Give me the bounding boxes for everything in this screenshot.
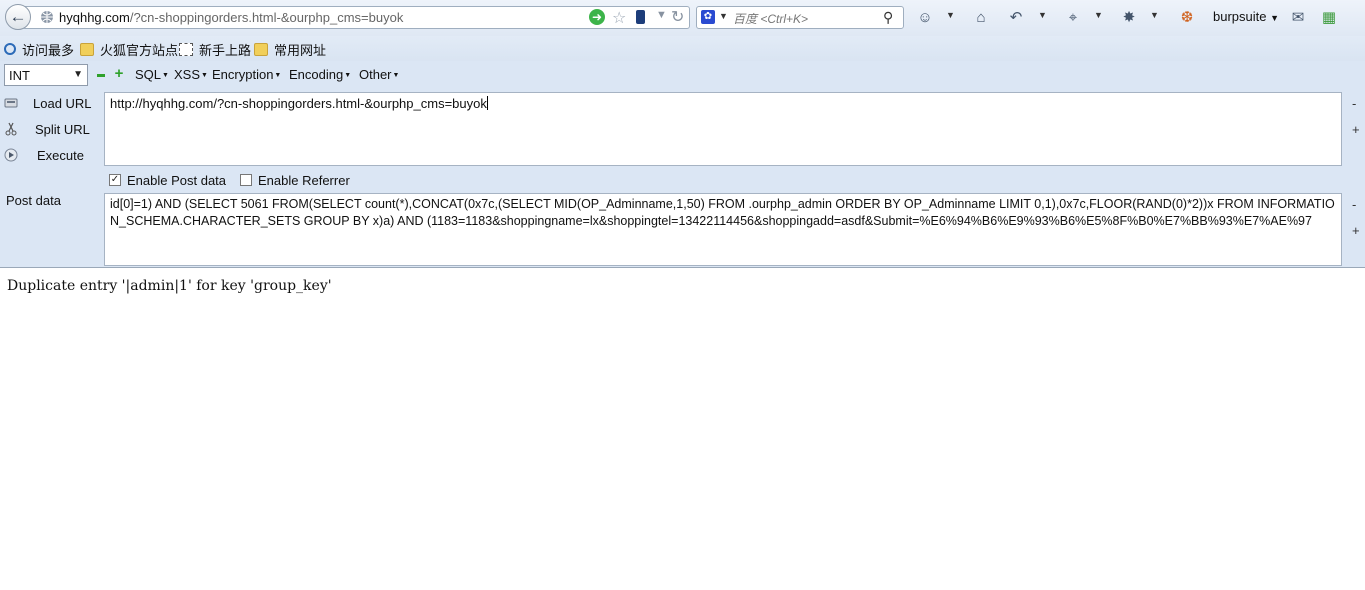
play-icon: [4, 148, 18, 162]
undo-dropdown-icon[interactable]: ▼: [1038, 10, 1047, 20]
smiley-icon[interactable]: ☺: [916, 8, 934, 26]
checkbox-unchecked-icon: [240, 174, 252, 186]
hackbar-panel: INT ▼ + SQL▼ XSS▼ Encryption▼ Encoding▼ …: [0, 61, 1365, 268]
go-arrow-icon[interactable]: ➜: [589, 9, 605, 25]
text-cursor: [486, 96, 488, 110]
increase-button[interactable]: +: [113, 66, 125, 81]
bookmark-firefox-site[interactable]: 火狐官方站点: [80, 40, 178, 58]
navigation-toolbar: ← hyqhhg.com/?cn-shoppingorders.html-&ou…: [0, 0, 1365, 36]
history-dropdown-icon[interactable]: ▼: [656, 9, 667, 21]
back-button[interactable]: ←: [5, 4, 31, 30]
menu-sql[interactable]: SQL▼: [135, 67, 169, 82]
menu-encoding[interactable]: Encoding▼: [289, 67, 351, 82]
crop-dropdown-icon[interactable]: ▼: [1094, 10, 1103, 20]
baidu-paw-icon[interactable]: ✿: [701, 10, 715, 24]
menu-other[interactable]: Other▼: [359, 67, 399, 82]
chat-icon[interactable]: ✉: [1289, 8, 1307, 26]
home-icon[interactable]: ⌂: [972, 8, 990, 26]
select-arrow-icon: ▼: [73, 69, 83, 80]
post-data-textarea[interactable]: id[0]=1) AND (SELECT 5061 FROM(SELECT co…: [104, 193, 1342, 266]
bug-dropdown-icon[interactable]: ▼: [1150, 10, 1159, 20]
menu-xss[interactable]: XSS▼: [174, 67, 208, 82]
smiley-dropdown-icon[interactable]: ▼: [946, 10, 955, 20]
url-textarea[interactable]: http://hyqhhg.com/?cn-shoppingorders.htm…: [104, 92, 1342, 166]
crop-icon[interactable]: ⌖: [1064, 8, 1082, 26]
checkbox-checked-icon: ✓: [109, 174, 121, 186]
magnifier-icon: [4, 43, 16, 55]
menu-encryption[interactable]: Encryption▼: [212, 67, 281, 82]
undo-icon[interactable]: ↶: [1007, 8, 1025, 26]
bookmark-getting-started[interactable]: 新手上路: [179, 40, 251, 58]
url-text[interactable]: hyqhhg.com/?cn-shoppingorders.html-&ourp…: [59, 10, 403, 25]
extension-icon[interactable]: ▦: [1320, 8, 1338, 26]
decrease-button[interactable]: [97, 74, 105, 77]
search-input[interactable]: 百度 <Ctrl+K>: [733, 10, 808, 27]
bookmark-common-sites[interactable]: 常用网址: [254, 40, 326, 58]
bug-icon[interactable]: ✸: [1120, 8, 1138, 26]
enable-referrer-checkbox[interactable]: Enable Referrer: [240, 172, 350, 188]
enable-post-checkbox[interactable]: ✓ Enable Post data: [109, 172, 226, 188]
burpsuite-menu[interactable]: burpsuite ▼: [1213, 9, 1279, 24]
scissors-icon: [5, 122, 17, 136]
folder-icon: [254, 42, 268, 56]
bookmark-most-visited[interactable]: 访问最多: [4, 40, 74, 58]
post-data-label: Post data: [6, 193, 61, 208]
flame-icon[interactable]: ❆: [1178, 8, 1196, 26]
phone-icon[interactable]: [636, 10, 645, 24]
url-bar[interactable]: hyqhhg.com/?cn-shoppingorders.html-&ourp…: [22, 6, 690, 29]
execute-button[interactable]: Execute: [0, 145, 100, 167]
back-arrow-icon: ←: [9, 7, 27, 26]
reload-icon[interactable]: ↻: [671, 7, 684, 27]
bookmarks-toolbar: 访问最多 火狐官方站点 新手上路 常用网址: [0, 36, 1365, 61]
post-shrink-button[interactable]: -: [1352, 197, 1356, 212]
globe-icon: [41, 11, 53, 23]
load-url-button[interactable]: Load URL: [0, 93, 100, 115]
search-icon[interactable]: ⚲: [883, 9, 893, 26]
search-engine-dropdown-icon[interactable]: ▼: [719, 11, 728, 21]
post-expand-button[interactable]: +: [1352, 223, 1360, 238]
search-bar[interactable]: ✿ ▼ 百度 <Ctrl+K> ⚲: [696, 6, 904, 29]
url-shrink-button[interactable]: -: [1352, 96, 1356, 111]
type-select[interactable]: INT ▼: [4, 64, 88, 86]
page-output-text: Duplicate entry '|admin|1' for key 'grou…: [7, 278, 332, 294]
url-expand-button[interactable]: +: [1352, 122, 1360, 137]
bookmark-star-icon[interactable]: ☆: [612, 8, 626, 28]
dashed-page-icon: [179, 42, 193, 56]
folder-icon: [80, 42, 94, 56]
split-url-button[interactable]: Split URL: [0, 119, 100, 141]
load-url-icon: [4, 98, 18, 108]
